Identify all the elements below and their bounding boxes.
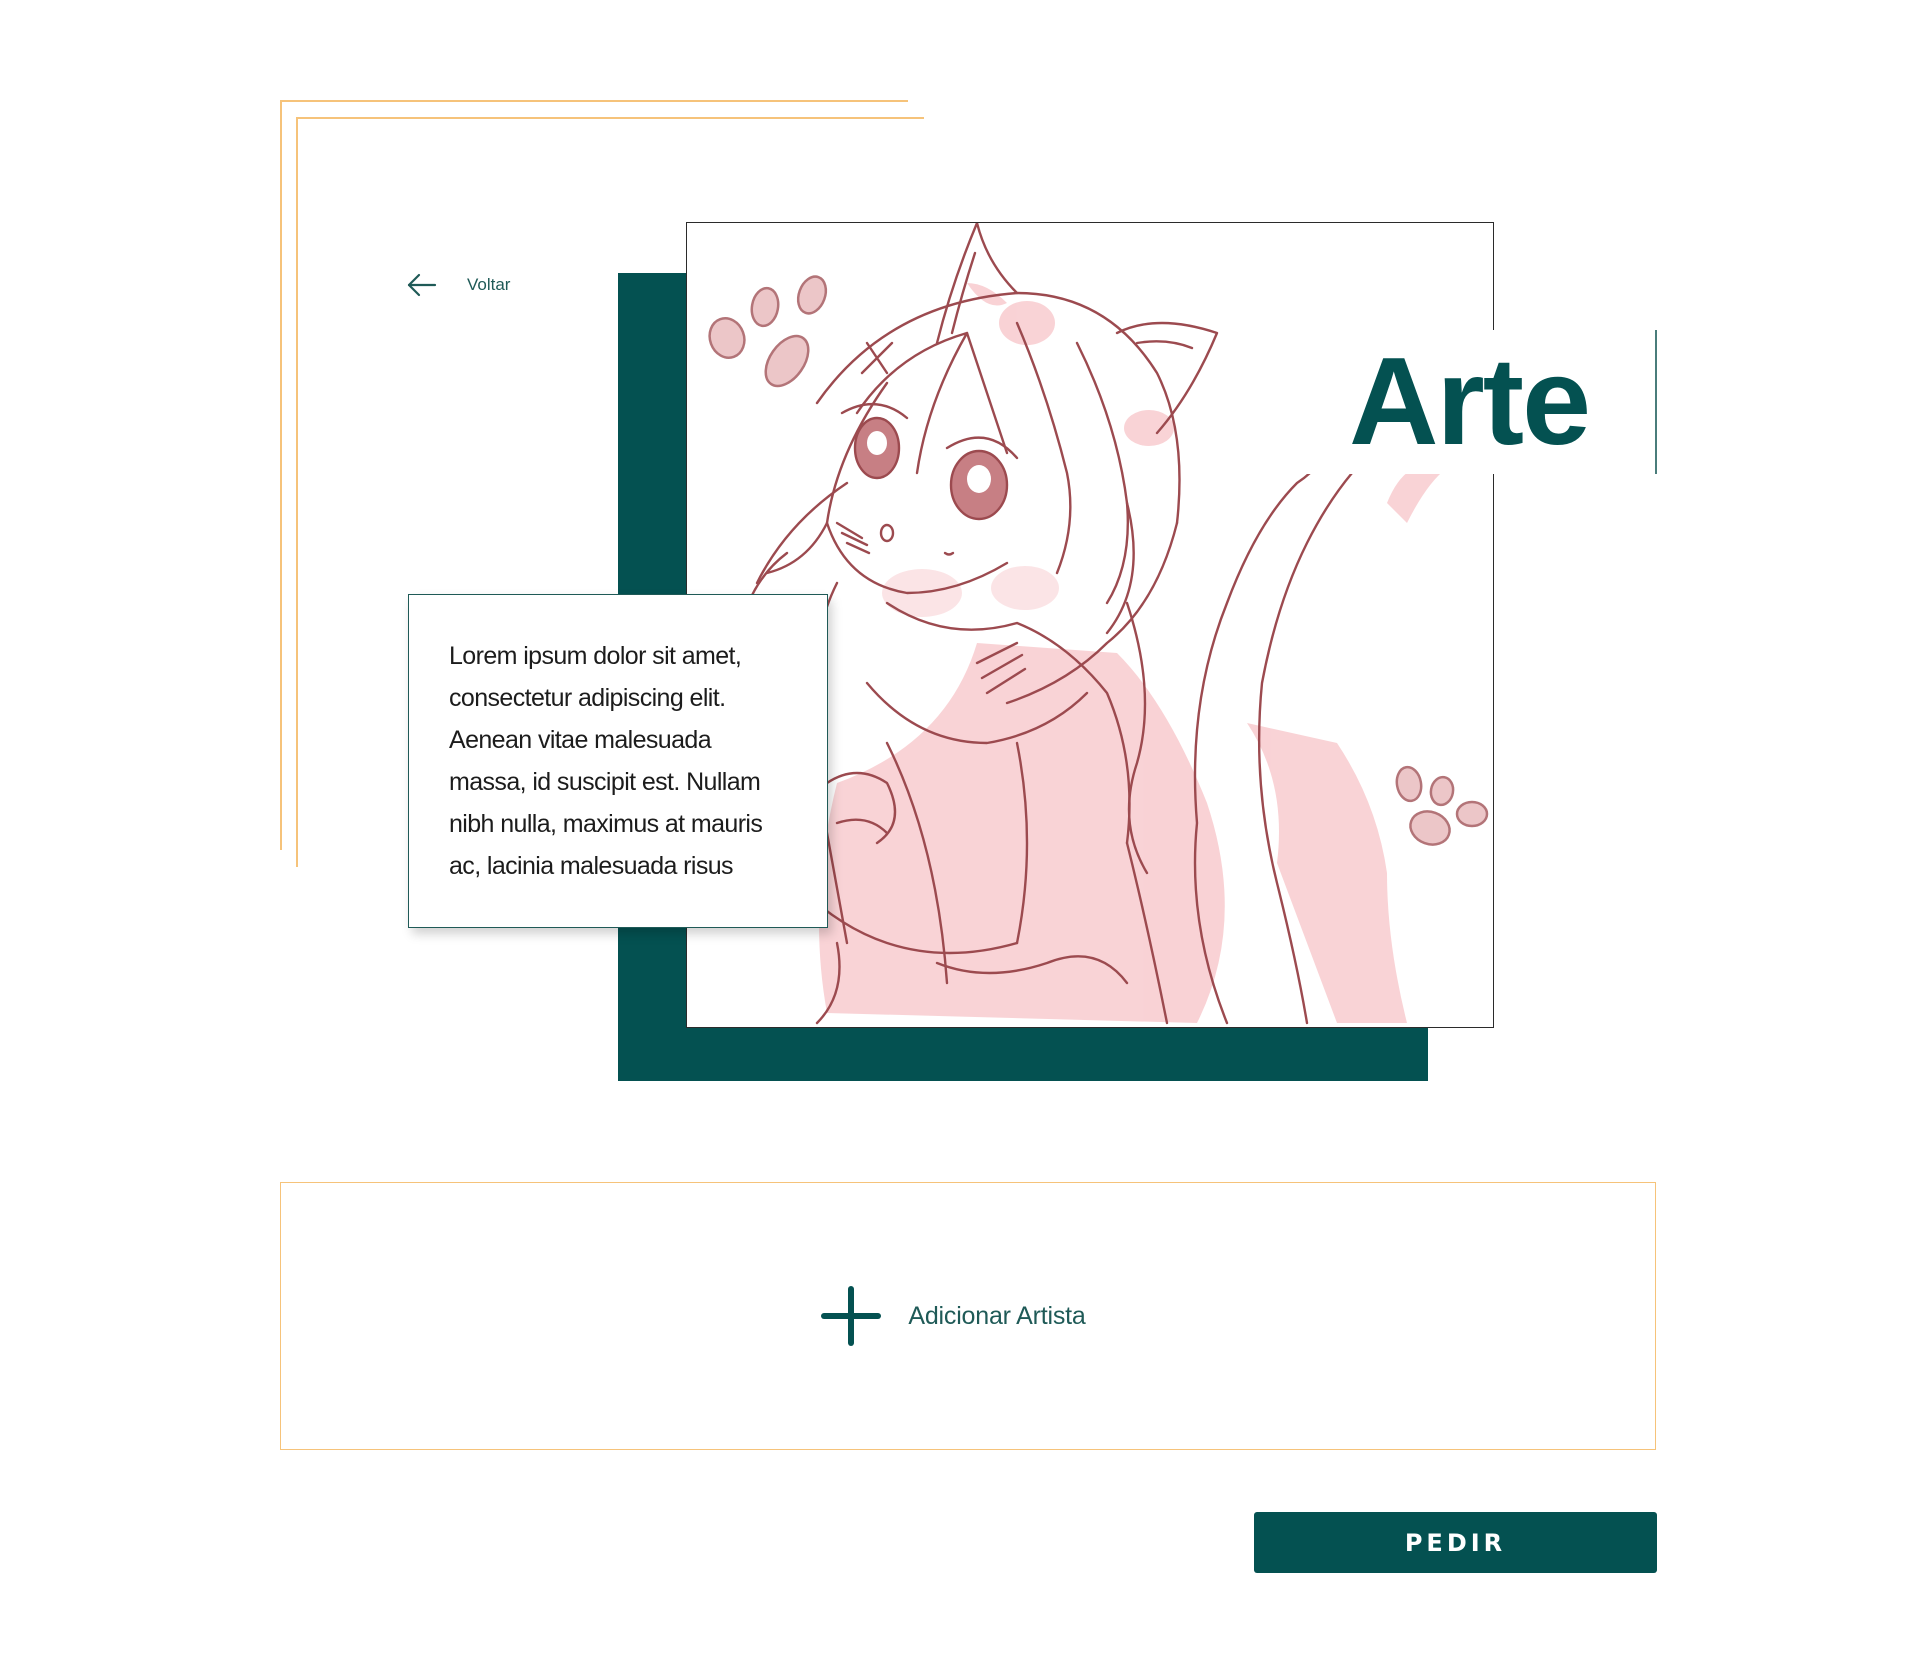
- add-artist-panel: Adicionar Artista: [280, 1182, 1656, 1450]
- decorative-line-top-outer: [280, 100, 908, 102]
- description-text: Lorem ipsum dolor sit amet, consectetur …: [449, 642, 763, 880]
- decorative-line-left-inner: [296, 117, 298, 867]
- title-box: Arte: [1284, 330, 1654, 474]
- decorative-line-top-inner: [296, 117, 924, 119]
- page-title: Arte: [1348, 333, 1591, 471]
- page: Voltar Arte Lorem ipsum dolor sit amet, …: [0, 0, 1920, 1661]
- plus-icon: [820, 1285, 882, 1347]
- order-button[interactable]: PEDIR: [1254, 1512, 1657, 1573]
- arrow-left-icon: [405, 272, 437, 298]
- title-divider: [1655, 330, 1657, 474]
- back-label: Voltar: [467, 275, 511, 294]
- back-link[interactable]: Voltar: [405, 272, 510, 298]
- add-artist-button[interactable]: Adicionar Artista: [820, 1285, 1086, 1347]
- decorative-line-left-outer: [280, 100, 282, 850]
- add-artist-label: Adicionar Artista: [908, 1301, 1086, 1330]
- description-card: Lorem ipsum dolor sit amet, consectetur …: [408, 594, 828, 928]
- paw-print-top-left: [708, 275, 828, 388]
- paw-print-bottom-right: [1395, 765, 1489, 846]
